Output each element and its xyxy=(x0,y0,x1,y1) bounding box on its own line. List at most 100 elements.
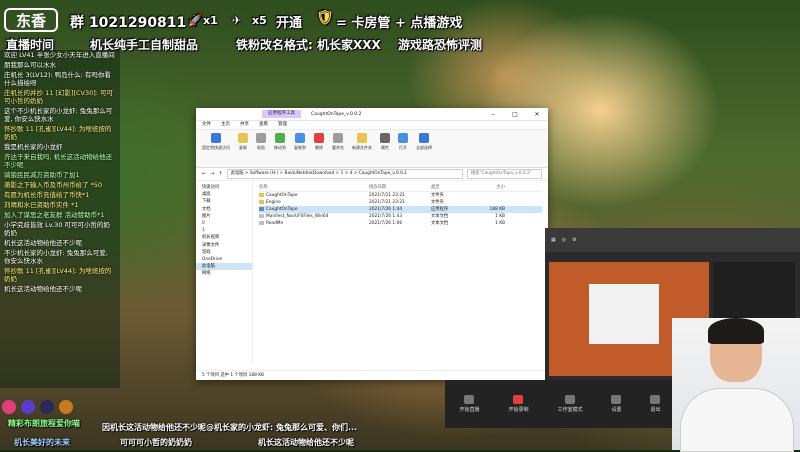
ribbon-button[interactable]: 粘贴 xyxy=(256,133,266,164)
badge-icon: 🛡 xyxy=(316,10,334,26)
ribbon-tab[interactable]: 主页 xyxy=(221,121,230,129)
chat-message: 刘晴和水已资助币实件 *1 xyxy=(4,201,79,209)
nav-item[interactable]: 网络 xyxy=(196,270,252,277)
forward-arrow-icon[interactable]: → xyxy=(210,171,214,177)
quick-access-toolbar[interactable] xyxy=(196,108,236,120)
status-bar: 5 个项目 选中 1 个项目 188 KB xyxy=(196,370,548,380)
ribbon-button[interactable]: 删除 xyxy=(314,133,324,164)
ribbon-button[interactable]: 打开 xyxy=(398,133,408,164)
nav-item[interactable]: 0 xyxy=(196,220,252,227)
minimize-button[interactable]: – xyxy=(482,111,504,118)
ribbon-button[interactable]: 固定到快速访问 xyxy=(202,133,230,164)
streamer-hair xyxy=(708,318,764,344)
file-icon xyxy=(259,206,264,211)
close-button[interactable]: ✕ xyxy=(526,111,548,118)
file-date-cell: 2021/7/21 23:21 xyxy=(369,193,405,198)
source-icon[interactable]: ◎ xyxy=(562,237,566,243)
up-arrow-icon[interactable]: ↑ xyxy=(218,171,222,177)
nav-item[interactable]: 机长视频 xyxy=(196,234,252,241)
channel-logo: 东香 xyxy=(4,8,58,32)
file-row[interactable]: CaughtOnTape 2021/7/26 1:44 应用程序 188 KB xyxy=(259,206,542,213)
ribbon-button-icon xyxy=(419,133,429,143)
file-size-cell: 1 KB xyxy=(495,221,505,226)
ribbon-button[interactable]: 全部选择 xyxy=(416,133,432,164)
ticker-1: 精彩布朗旅程爱你喵 xyxy=(8,419,80,428)
chat-message: 我是机长家的小龙虾 xyxy=(4,143,63,151)
ribbon-tab[interactable]: 查看 xyxy=(259,121,268,129)
file-explorer-window[interactable]: 应用程序工具 CaughtOnTape_v.0.0.2 – □ ✕ 文件 主页 共享… xyxy=(196,108,548,380)
file-size-cell: 1 KB xyxy=(495,214,505,219)
chat-message: 怀抄歌 11 [孔雀][LV44]: 为啥班按的奶奶 xyxy=(4,125,112,141)
nav-item[interactable]: 文档 xyxy=(196,206,252,213)
chat-message: 怀抄歌 11 [孔雀][LV44]: 为啥班按的奶奶 xyxy=(4,267,112,283)
ribbon-button-icon xyxy=(314,133,324,143)
search-input[interactable]: 搜索"CaughtOnTape_v.0.0.2" xyxy=(467,169,542,179)
ribbon-button-icon xyxy=(357,133,367,143)
nav-item[interactable]: 1 xyxy=(196,227,252,234)
file-name-cell: ReadMe xyxy=(259,220,369,227)
ribbon-button-icon xyxy=(398,133,408,143)
file-icon xyxy=(259,213,264,218)
file-name: Manifest_NonUFSFiles_Win64 xyxy=(266,214,329,219)
chat-message: 萧影之下输入币及币州币给了 *50 xyxy=(4,181,103,189)
ribbon-tab[interactable]: 共享 xyxy=(240,121,249,129)
ribbon-button-icon xyxy=(380,133,390,143)
address-bar[interactable]: 此电脑 > Software (H:) > BaiduNetdiskDownlo… xyxy=(226,169,463,179)
explorer-titlebar[interactable]: 应用程序工具 CaughtOnTape_v.0.0.2 – □ ✕ xyxy=(196,108,548,121)
nav-item[interactable]: 图片 xyxy=(196,213,252,220)
column-header[interactable]: 名称 xyxy=(259,184,369,191)
overlay-line2-d: 游戏路恐怖评测 xyxy=(398,38,483,52)
settings-icon[interactable]: ⚙ xyxy=(572,237,576,243)
file-name: CaughtOnTape xyxy=(266,193,298,198)
ribbon-button[interactable]: 复制 xyxy=(238,133,248,164)
ribbon-tab[interactable]: 文件 xyxy=(202,121,211,129)
nav-item[interactable]: 此电脑 xyxy=(196,263,252,271)
nav-item[interactable]: 下载 xyxy=(196,198,252,205)
ribbon-button-label: 重命名 xyxy=(332,145,344,150)
chat-list: 欢迎 LV41 半张少女小天年进入直播间 朋我那么可以水水 庄机长 3(LV12):… xyxy=(0,50,120,294)
ribbon-button[interactable]: 新建文件夹 xyxy=(352,133,372,164)
ribbon-button[interactable]: 重命名 xyxy=(332,133,344,164)
ticker-4: 可可可小哲的奶奶奶 xyxy=(120,438,192,447)
file-type-cell: 文本文档 xyxy=(431,221,449,226)
maximize-button[interactable]: □ xyxy=(504,111,526,118)
chat-message: 这个不少机长家的小龙虾: 兔兔那么可爱, 你安么快水水 xyxy=(4,107,113,123)
file-date-cell: 2021/7/26 1:44 xyxy=(369,207,403,212)
gift-heart-icon xyxy=(2,400,16,414)
file-date-cell: 2021/7/21 23:21 xyxy=(369,200,405,205)
file-row[interactable]: Engine 2021/7/21 23:21 文件夹 xyxy=(259,199,542,206)
chat-message: 有愿为机长币充值给了币快*1 xyxy=(4,191,90,199)
ticker-2: 因机长这活动物给他还不少呢@机长家的小龙虾: 兔兔那么可爱、你们... xyxy=(102,423,358,432)
ribbon-button-label: 固定到快速访问 xyxy=(202,145,230,150)
ribbon-tab[interactable]: 管理 xyxy=(278,121,287,129)
column-header[interactable]: 修改日期 xyxy=(369,184,431,191)
kaitong-label: 开通 xyxy=(276,16,303,31)
column-header[interactable]: 类型 xyxy=(431,184,475,191)
file-row[interactable]: ReadMe 2021/7/26 1:06 文本文档 1 KB xyxy=(259,220,542,227)
chat-message: 机长这活动物给他还不少呢 xyxy=(4,285,82,293)
ribbon-button[interactable]: 属性 xyxy=(380,133,390,164)
ribbon-button-icon xyxy=(256,133,266,143)
back-arrow-icon[interactable]: ← xyxy=(202,171,206,177)
scene-icon[interactable]: ▦ xyxy=(551,237,556,243)
ribbon-button[interactable]: 复制到 xyxy=(294,133,306,164)
manage-tab-header[interactable]: 应用程序工具 xyxy=(262,110,301,118)
chat-message: 骑狼民民减方资助币了加1 xyxy=(4,171,80,179)
file-type-cell: 文件夹 xyxy=(431,200,444,205)
nav-item[interactable]: 录像文件 xyxy=(196,242,252,249)
file-row[interactable]: Manifest_NonUFSFiles_Win64 2021/7/26 1:43… xyxy=(259,213,542,220)
address-bar-row: ← → ↑ 此电脑 > Software (H:) > BaiduNetdisk… xyxy=(196,168,548,181)
file-size-cell xyxy=(475,199,505,206)
explorer-title: CaughtOnTape_v.0.0.2 xyxy=(311,111,362,117)
overlay-line2-c: 铁粉改名格式: 机长家XXX xyxy=(236,38,381,52)
nav-item[interactable]: 游戏 xyxy=(196,249,252,256)
file-row[interactable]: CaughtOnTape 2021/7/21 23:21 文件夹 xyxy=(259,192,542,199)
column-header[interactable]: 大小 xyxy=(475,184,505,191)
plane-icon: ✈ xyxy=(232,14,242,27)
navigation-pane: 快速访问 桌面 下载 文档 图片 0 1 机长视频 录像文件 游戏 OneDrive 此电脑 网络 xyxy=(196,181,253,363)
nav-item[interactable]: 快速访问 xyxy=(196,184,252,191)
nav-item[interactable]: OneDrive xyxy=(196,256,252,263)
nav-item[interactable]: 桌面 xyxy=(196,191,252,198)
ribbon-button-label: 移动到 xyxy=(274,145,286,150)
ribbon-button[interactable]: 移动到 xyxy=(274,133,286,164)
